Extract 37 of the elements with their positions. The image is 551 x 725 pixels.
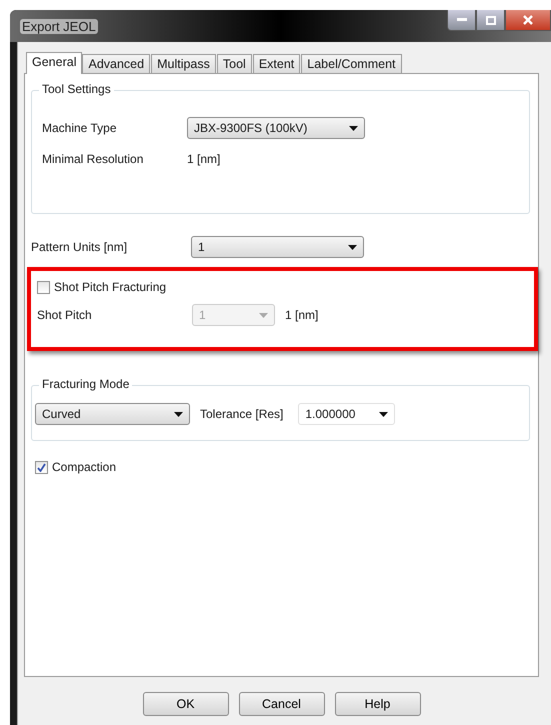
tab[interactable]: Extent <box>252 54 300 74</box>
maximize-icon <box>486 16 496 24</box>
checkbox-label: Compaction <box>52 460 116 474</box>
tab[interactable]: Multipass <box>151 54 216 74</box>
close-icon <box>523 15 533 25</box>
maximize-button[interactable] <box>476 10 505 31</box>
tab[interactable]: General <box>26 52 82 74</box>
minimize-button[interactable] <box>447 10 476 31</box>
checkbox-label: Shot Pitch Fracturing <box>54 280 166 294</box>
dropdown-arrow-icon <box>348 244 357 250</box>
shot-pitch-unit: 1 [nm] <box>285 308 318 322</box>
tab[interactable]: Label/Comment <box>301 54 402 74</box>
field-label: Minimal Resolution <box>42 152 144 166</box>
resolution-value: 1 [nm] <box>187 152 220 166</box>
dropdown-arrow-icon <box>259 312 268 318</box>
dropdown-arrow-icon <box>379 412 388 416</box>
window-title: Export JEOL <box>20 19 98 34</box>
dialog-button[interactable]: Help <box>334 692 420 716</box>
pattern-units-dropdown[interactable]: 1 <box>191 236 364 258</box>
tolerance-dropdown[interactable]: 1.000000 <box>298 403 396 425</box>
group-title: Fracturing Mode <box>39 377 132 391</box>
tab[interactable]: Advanced <box>82 54 150 74</box>
group-title: Tool Settings <box>39 82 114 96</box>
close-button[interactable] <box>505 10 551 31</box>
field-label: Tolerance [Res] <box>200 407 284 421</box>
dropdown-arrow-icon <box>174 412 183 416</box>
tab[interactable]: Tool <box>216 54 252 74</box>
fracturing-mode-dropdown[interactable]: Curved <box>35 403 190 425</box>
checkbox[interactable] <box>35 460 48 474</box>
machine-type-dropdown[interactable]: JBX-9300FS (100kV) <box>187 117 365 139</box>
field-label: Shot Pitch <box>37 308 93 322</box>
field-label: Machine Type <box>42 121 118 135</box>
minimize-icon <box>456 18 466 22</box>
dialog-button[interactable]: Cancel <box>238 692 324 716</box>
dropdown-arrow-icon <box>349 126 358 130</box>
dialog-button[interactable]: OK <box>142 692 228 716</box>
field-label: Pattern Units [nm] <box>31 240 128 254</box>
